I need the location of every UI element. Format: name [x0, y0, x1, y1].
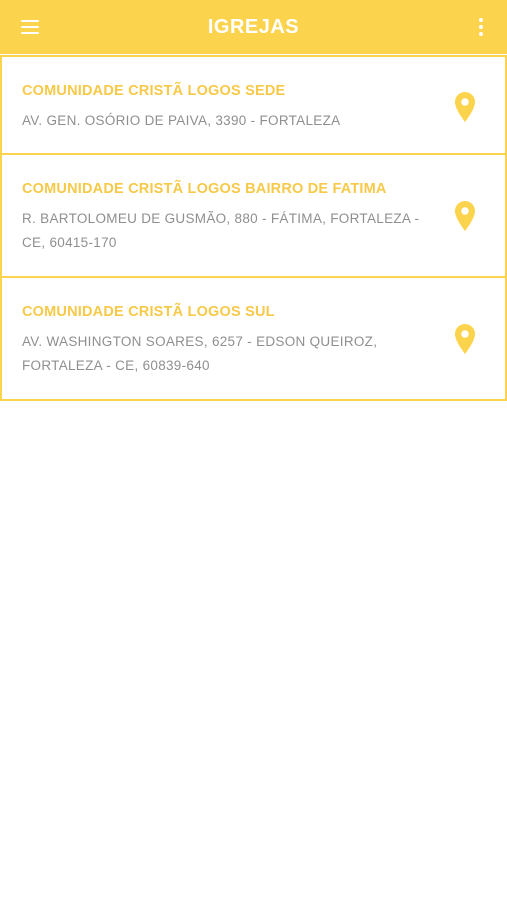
map-location-button[interactable] — [449, 89, 481, 125]
map-location-button[interactable] — [449, 198, 481, 234]
church-card[interactable]: COMUNIDADE CRISTÃ LOGOS SEDE AV. GEN. OS… — [0, 55, 507, 155]
church-name: COMUNIDADE CRISTÃ LOGOS SUL — [22, 304, 275, 320]
location-pin-icon — [455, 324, 475, 354]
more-vertical-icon — [479, 18, 483, 36]
location-pin-icon — [455, 201, 475, 231]
church-card[interactable]: COMUNIDADE CRISTÃ LOGOS SUL AV. WASHINGT… — [0, 278, 507, 401]
church-list: COMUNIDADE CRISTÃ LOGOS SEDE AV. GEN. OS… — [0, 55, 507, 401]
app-bar: IGREJAS — [0, 0, 507, 54]
map-location-button[interactable] — [449, 321, 481, 357]
church-card-body: COMUNIDADE CRISTÃ LOGOS BAIRRO DE FATIMA… — [22, 177, 432, 255]
church-card-body: COMUNIDADE CRISTÃ LOGOS SEDE AV. GEN. OS… — [22, 79, 432, 133]
church-card[interactable]: COMUNIDADE CRISTÃ LOGOS BAIRRO DE FATIMA… — [0, 155, 507, 278]
church-name: COMUNIDADE CRISTÃ LOGOS SEDE — [22, 83, 286, 99]
church-name: COMUNIDADE CRISTÃ LOGOS BAIRRO DE FATIMA — [22, 181, 387, 197]
location-pin-icon — [455, 92, 475, 122]
more-options-button[interactable] — [469, 9, 493, 45]
page-title: IGREJAS — [207, 16, 300, 38]
church-card-body: COMUNIDADE CRISTÃ LOGOS SUL AV. WASHINGT… — [22, 300, 432, 378]
church-address: AV. WASHINGTON SOARES, 6257 - EDSON QUEI… — [22, 334, 378, 373]
church-address: R. BARTOLOMEU DE GUSMÃO, 880 - FÁTIMA, F… — [22, 211, 420, 250]
church-address: AV. GEN. OSÓRIO DE PAIVA, 3390 - FORTALE… — [22, 113, 341, 128]
